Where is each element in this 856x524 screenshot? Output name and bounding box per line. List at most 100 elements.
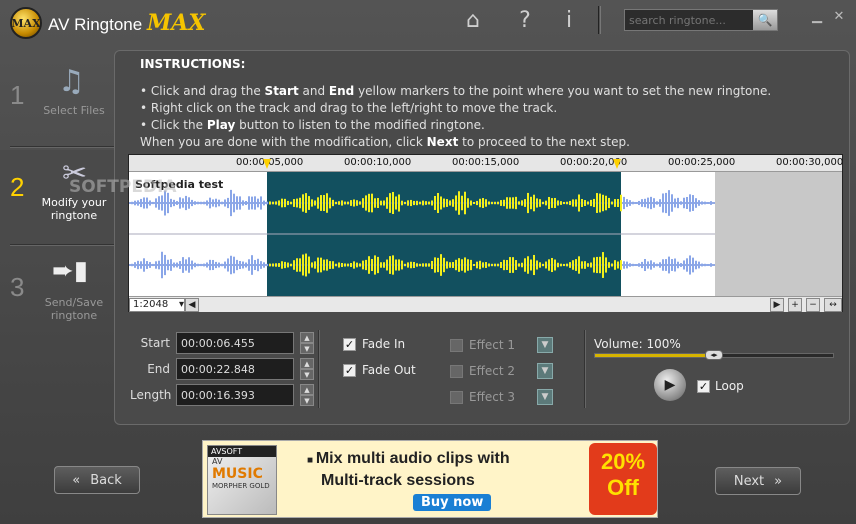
waveform-bar [602, 194, 604, 212]
waveform-bar [479, 198, 481, 208]
waveform-bar [686, 258, 688, 272]
effect3-checkbox[interactable] [450, 390, 463, 404]
spin-down-icon[interactable]: ▼ [300, 395, 314, 406]
fade-out-option[interactable]: ✓ Fade Out [343, 363, 416, 377]
waveform-bar [398, 259, 400, 271]
effect2-dropdown-icon[interactable]: ▼ [537, 363, 553, 379]
waveform-bar [644, 258, 646, 272]
loop-option[interactable]: ✓ Loop [697, 379, 744, 393]
waveform-bar [212, 259, 214, 271]
waveform-bar [617, 199, 619, 207]
minimize-icon[interactable]: ▁ [808, 8, 826, 24]
close-icon[interactable]: ✕ [830, 8, 848, 24]
home-icon[interactable]: ⌂ [459, 6, 487, 34]
waveform-bar [392, 255, 394, 275]
waveform-bar [677, 197, 679, 209]
waveform-bar [530, 259, 532, 271]
double-chevron-left-icon: « [72, 472, 81, 488]
length-time-input[interactable] [176, 384, 294, 406]
waveform-bar [623, 261, 625, 269]
volume-slider-thumb[interactable]: ◂▸ [705, 350, 723, 360]
scroll-right-button[interactable]: ▶ [770, 297, 784, 312]
waveform-bar [308, 256, 310, 274]
fade-out-checkbox[interactable]: ✓ [343, 363, 356, 377]
info-icon[interactable]: i [555, 6, 583, 34]
start-spinner[interactable]: ▲ ▼ [300, 332, 314, 354]
waveform-bar [242, 261, 244, 269]
effect2-checkbox[interactable] [450, 364, 463, 378]
search-icon[interactable]: 🔍 [753, 10, 777, 30]
end-spinner[interactable]: ▲ ▼ [300, 358, 314, 380]
waveform-bar [284, 198, 286, 208]
help-icon[interactable]: ? [511, 6, 539, 34]
step-send-save[interactable]: 3 ➨▮ Send/Save ringtone [0, 250, 114, 340]
track-scrollbar[interactable]: 1:2048 ▾ ◀ ▶ + − ↔ [129, 296, 842, 312]
waveform-bar [413, 261, 415, 269]
spin-up-icon[interactable]: ▲ [300, 332, 314, 343]
waveform-bar [584, 200, 586, 206]
waveform-bar [134, 200, 136, 206]
fade-in-checkbox[interactable]: ✓ [343, 337, 356, 351]
back-button[interactable]: « Back [54, 466, 140, 494]
time-ruler[interactable]: 00:00:05,000 00:00:10,000 00:00:15,000 0… [129, 155, 843, 172]
effect2-option[interactable]: Effect 2 ▼ [450, 363, 553, 379]
waveform-bar [245, 200, 247, 206]
effect3-option[interactable]: Effect 3 ▼ [450, 389, 553, 405]
waveform-bar [569, 200, 571, 206]
effect1-checkbox[interactable] [450, 338, 463, 352]
waveform-bar [560, 201, 562, 205]
fade-in-option[interactable]: ✓ Fade In [343, 337, 405, 351]
waveform-bar [587, 201, 589, 205]
waveform-bar [482, 198, 484, 208]
waveform-bar [461, 195, 463, 211]
zoom-out-button[interactable]: − [806, 297, 820, 312]
spin-up-icon[interactable]: ▲ [300, 384, 314, 395]
next-button[interactable]: Next » [715, 467, 801, 495]
waveform-bar [701, 201, 703, 205]
end-time-input[interactable] [176, 358, 294, 380]
waveform-bar [401, 260, 403, 270]
waveform-bar [566, 263, 568, 267]
effect1-option[interactable]: Effect 1 ▼ [450, 337, 553, 353]
waveform-bar [506, 197, 508, 209]
waveform-bar [665, 259, 667, 271]
spin-down-icon[interactable]: ▼ [300, 369, 314, 380]
spin-up-icon[interactable]: ▲ [300, 358, 314, 369]
waveform-bar [695, 260, 697, 270]
waveform-bar [617, 261, 619, 269]
loop-checkbox[interactable]: ✓ [697, 379, 710, 393]
length-spinner[interactable]: ▲ ▼ [300, 384, 314, 406]
instruction-line: • Click and drag the Start and End yello… [140, 84, 772, 98]
effect3-dropdown-icon[interactable]: ▼ [537, 389, 553, 405]
waveform-bar [302, 254, 304, 276]
ad-product: MUSIC [212, 466, 263, 482]
search-input[interactable] [625, 10, 753, 30]
play-button[interactable]: ▶ [654, 369, 686, 401]
zoom-select[interactable]: 1:2048 ▾ [129, 297, 185, 312]
waveform-bar [593, 198, 595, 208]
zoom-fit-button[interactable]: ↔ [824, 297, 842, 312]
zoom-in-button[interactable]: + [788, 297, 802, 312]
spin-down-icon[interactable]: ▼ [300, 343, 314, 354]
effect1-dropdown-icon[interactable]: ▼ [537, 337, 553, 353]
scroll-left-button[interactable]: ◀ [185, 297, 199, 312]
waveform-bar [173, 199, 175, 207]
waveform-bar [329, 261, 331, 269]
buy-now-button[interactable]: Buy now [413, 494, 492, 511]
waveform-editor[interactable]: 00:00:05,000 00:00:10,000 00:00:15,000 0… [69, 154, 843, 312]
waveform-bar [491, 201, 493, 205]
waveform-bar [155, 198, 157, 208]
waveform-bar [428, 201, 430, 205]
waveform-bar [563, 263, 565, 267]
ad-banner[interactable]: AVSOFT AV MUSIC MORPHER GOLD ■ Mix multi… [202, 440, 658, 518]
waveform-bar [332, 199, 334, 207]
waveform-bar [629, 263, 631, 267]
waveform-bar [548, 259, 550, 271]
app-window: MAX AV Ringtone MAX ⌂ ? i 🔍 ▁ ✕ 1 ♫ Sele… [0, 0, 856, 524]
start-time-input[interactable] [176, 332, 294, 354]
waveform-bar [491, 263, 493, 267]
step-select-files[interactable]: 1 ♫ Select Files [0, 58, 114, 148]
waveform-bar [311, 262, 313, 268]
waveform-bar [281, 261, 283, 269]
waveform-bar [536, 198, 538, 208]
